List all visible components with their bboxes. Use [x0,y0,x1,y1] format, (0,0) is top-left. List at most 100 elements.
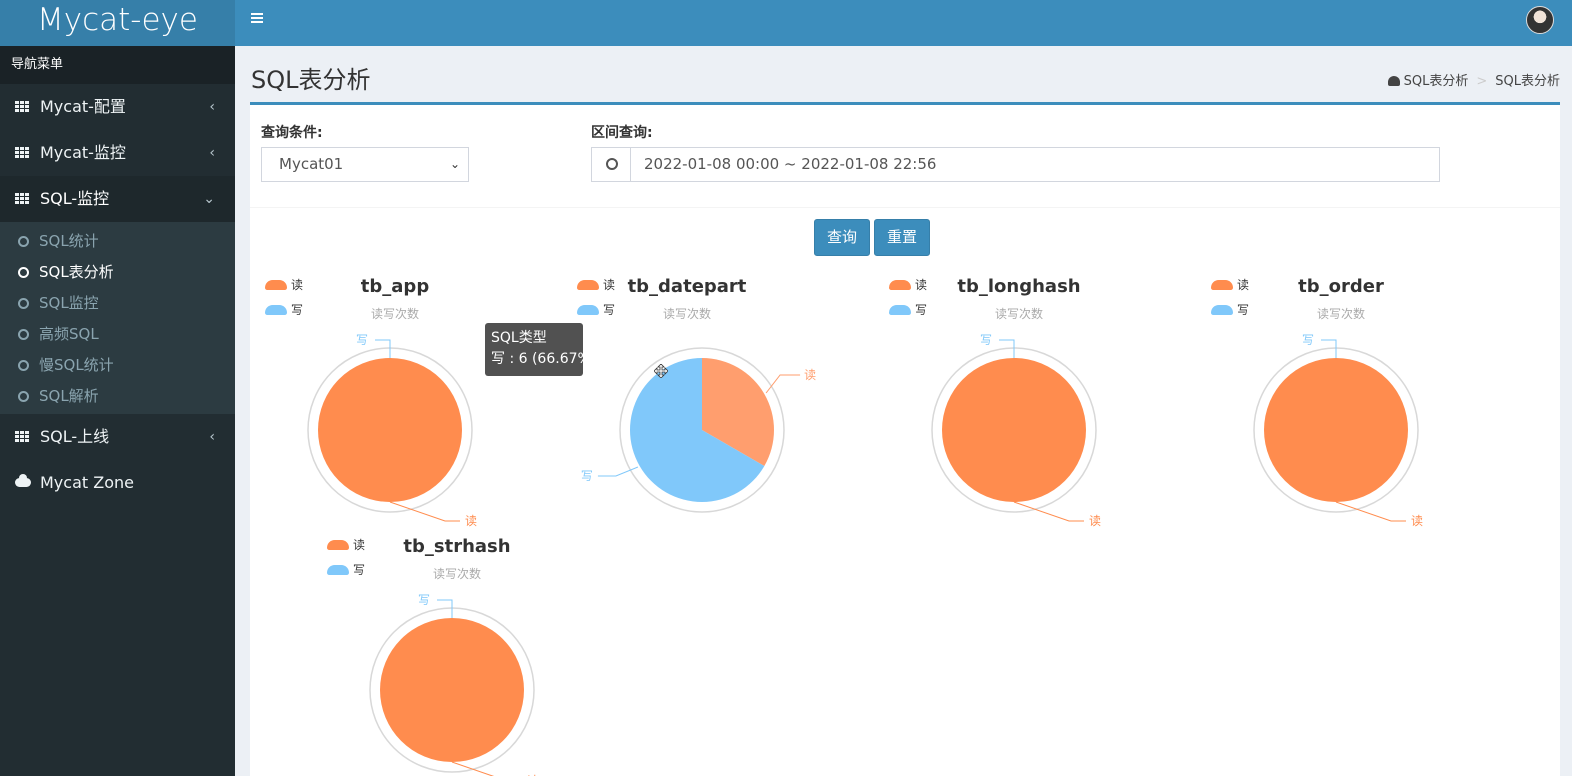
sidebar-item-mycat-monitor[interactable]: Mycat-监控 ‹ [0,130,235,176]
sidebar-item-sql-online[interactable]: SQL-上线 ‹ [0,414,235,460]
sidebar-item-mycat-zone[interactable]: Mycat Zone [0,460,235,506]
sidebar-header: 导航菜单 [0,46,235,84]
legend-label: 读 [353,538,366,552]
query-button[interactable]: 查询 [814,219,870,256]
grid-icon [15,431,29,442]
legend-swatch-icon [327,540,349,550]
chart-title: tb_strhash [403,536,511,557]
app-logo[interactable]: Mycat-eye [0,0,235,46]
slice-label-read: 读 [465,514,477,528]
circle-icon [18,391,29,402]
chevron-left-icon: ‹ [209,99,215,115]
submenu-item-sql-parse[interactable]: SQL解析 [0,381,235,412]
legend-label: 读 [915,278,928,292]
legend-swatch-icon [889,280,911,290]
legend-label: 读 [1237,278,1250,292]
top-navbar [235,0,1572,46]
legend-read[interactable]: 读 [1211,278,1249,292]
slice-label-read: 读 [1089,514,1101,528]
submenu-label: SQL统计 [39,232,99,250]
chart-subtitle: 读写次数 [370,307,419,321]
move-cursor-icon [654,364,668,378]
leader-line-read [765,374,801,394]
pie-chart-1[interactable]: 读写读写 tb_datepart 读写次数 [577,276,897,536]
slice-label-write: 写 [418,593,430,607]
breadcrumb: SQL表分析 > SQL表分析 [1387,70,1560,89]
submenu-item-sql-monitor[interactable]: SQL监控 [0,288,235,319]
legend-read[interactable]: 读 [327,538,365,552]
condition-select[interactable]: Mycat01 ⌄ [261,147,469,182]
breadcrumb-item[interactable]: SQL表分析 [1404,74,1469,89]
user-avatar[interactable] [1526,6,1554,34]
legend-write[interactable]: 写 [1211,303,1249,317]
sidebar-submenu: SQL统计 SQL表分析 SQL监控 高频SQL 慢SQL统计 SQL解析 [0,222,235,414]
pie-slice-read [380,618,524,762]
legend-label: 写 [291,303,304,317]
date-range-addon [592,148,631,181]
date-range-value: 2022-01-08 00:00 ~ 2022-01-08 22:56 [644,155,937,173]
sidebar-item-label: SQL-监控 [40,189,110,208]
chart-title: tb_app [360,276,430,297]
range-label: 区间查询: [591,125,653,141]
sidebar-item-mycat-config[interactable]: Mycat-配置 ‹ [0,84,235,130]
sidebar-item-label: Mycat-监控 [40,143,126,162]
grid-icon [15,147,29,158]
legend-read[interactable]: 读 [265,278,303,292]
page-title: SQL表分析 [251,66,371,94]
legend-write[interactable]: 写 [327,563,365,577]
circle-icon [18,360,29,371]
sidebar-toggle-icon[interactable] [251,11,271,31]
grid-icon [15,193,29,204]
submenu-item-high-freq-sql[interactable]: 高频SQL [0,319,235,350]
sidebar-item-label: Mycat Zone [40,473,134,492]
chevron-left-icon: ‹ [209,145,215,161]
chart-subtitle: 读写次数 [994,307,1043,321]
sidebar: 导航菜单 Mycat-配置 ‹ Mycat-监控 ‹ SQL-监控 ⌄ SQL统… [0,46,235,776]
submenu-label: SQL解析 [39,387,99,405]
slice-label-write: 写 [356,333,368,347]
pie-slice-read [318,358,462,502]
submenu-item-sql-table-analysis[interactable]: SQL表分析 [0,257,235,288]
legend-label: 写 [353,563,366,577]
submenu-label: 慢SQL统计 [39,356,114,374]
pie-chart-3[interactable]: 写读读写 tb_order 读写次数 [1211,276,1531,536]
legend-swatch-icon [1211,280,1233,290]
sidebar-item-label: Mycat-配置 [40,97,126,116]
pie-chart-0[interactable]: 写读读写 tb_app 读写次数 [265,276,585,536]
reset-button[interactable]: 重置 [874,219,930,256]
date-range-input[interactable]: 2022-01-08 00:00 ~ 2022-01-08 22:56 [591,147,1440,182]
submenu-label: SQL监控 [39,294,99,312]
legend-swatch-icon [577,280,599,290]
submenu-label: 高频SQL [39,325,99,343]
divider [250,207,1560,208]
submenu-item-sql-stats[interactable]: SQL统计 [0,226,235,257]
legend-write[interactable]: 写 [265,303,303,317]
chevron-down-icon: ⌄ [449,157,460,171]
slice-label-read: 读 [804,368,816,382]
legend-write[interactable]: 写 [889,303,927,317]
legend-swatch-icon [265,305,287,315]
chart-tooltip: SQL类型 写 : 6 (66.67%) [485,323,583,376]
submenu-label: SQL表分析 [39,263,114,281]
legend-read[interactable]: 读 [889,278,927,292]
app-root: Mycat-eye 导航菜单 Mycat-配置 ‹ Mycat-监控 ‹ SQL… [0,0,1572,776]
pie-chart-4[interactable]: 写读读写tb_strhash读写次数 [327,536,647,776]
legend-swatch-icon [327,565,349,575]
tooltip-title: SQL类型 [491,330,547,346]
legend-swatch-icon [889,305,911,315]
chevron-left-icon: ‹ [209,429,215,445]
circle-icon [18,298,29,309]
chart-title: tb_longhash [957,276,1081,297]
sidebar-item-sql-monitor[interactable]: SQL-监控 ⌄ [0,176,235,222]
submenu-item-slow-sql[interactable]: 慢SQL统计 [0,350,235,381]
legend-label: 读 [291,278,304,292]
chevron-down-icon: ⌄ [203,191,215,207]
tooltip-text: 写 : 6 (66.67%) [491,351,583,367]
legend-label: 写 [1237,303,1250,317]
clock-icon [606,158,618,170]
condition-label: 查询条件: [261,125,323,141]
breadcrumb-separator: > [1476,74,1488,89]
slice-label-read: 读 [1411,514,1423,528]
pie-chart-2[interactable]: 写读读写 tb_longhash 读写次数 [889,276,1209,536]
legend-swatch-icon [265,280,287,290]
